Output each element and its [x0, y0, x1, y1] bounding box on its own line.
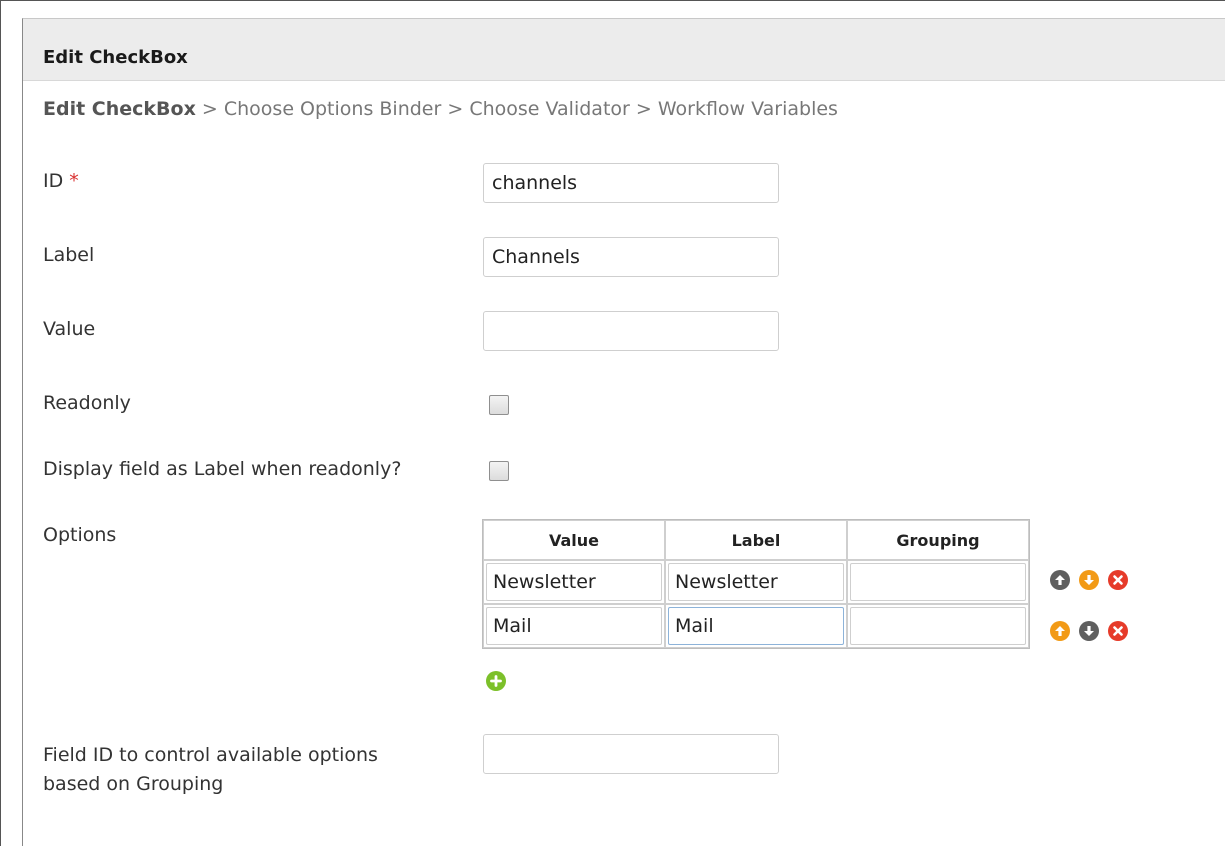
option-label-input[interactable]: Mail: [668, 607, 844, 645]
label-input-value: Channels: [492, 246, 580, 268]
field-id-control-input[interactable]: [483, 734, 779, 774]
move-down-icon[interactable]: [1079, 621, 1099, 641]
value-field-label: Value: [43, 318, 96, 340]
breadcrumb-step-options-binder[interactable]: Choose Options Binder: [224, 98, 441, 120]
breadcrumb-step-workflow-variables[interactable]: Workflow Variables: [658, 98, 838, 120]
option-value-input[interactable]: Mail: [486, 607, 662, 645]
option-grouping-input[interactable]: [850, 563, 1026, 601]
readonly-label: Readonly: [43, 392, 131, 414]
readonly-checkbox[interactable]: [489, 395, 509, 415]
id-input-value: channels: [492, 172, 578, 194]
column-header-label: Label: [665, 520, 847, 560]
breadcrumb-separator: >: [447, 98, 464, 120]
panel-frame: [22, 18, 1225, 846]
delete-row-icon[interactable]: [1108, 621, 1128, 641]
move-up-icon[interactable]: [1050, 621, 1070, 641]
move-up-icon[interactable]: [1050, 570, 1070, 590]
table-row: Mail Mail: [483, 604, 1029, 648]
breadcrumb-current: Edit CheckBox: [43, 98, 196, 120]
table-row: Newsletter Newsletter: [483, 560, 1029, 604]
row-1-actions: [1050, 570, 1128, 590]
field-id-control-label-line2: based on Grouping: [43, 773, 224, 795]
label-input[interactable]: Channels: [483, 237, 779, 277]
id-label-text: ID: [43, 170, 64, 192]
options-table: Value Label Grouping Newsletter Newslett…: [482, 519, 1030, 649]
option-grouping-input[interactable]: [850, 607, 1026, 645]
row-2-actions: [1050, 621, 1128, 641]
panel-header: Edit CheckBox: [23, 19, 1225, 81]
required-marker: *: [69, 170, 79, 192]
options-header-row: Value Label Grouping: [483, 520, 1029, 560]
breadcrumb-separator: >: [201, 98, 218, 120]
column-header-grouping: Grouping: [847, 520, 1029, 560]
move-down-icon[interactable]: [1079, 570, 1099, 590]
id-input[interactable]: channels: [483, 163, 779, 203]
display-as-label-label: Display field as Label when readonly?: [43, 458, 402, 480]
add-row-container: [486, 671, 506, 691]
add-row-icon[interactable]: [486, 671, 506, 691]
column-header-value: Value: [483, 520, 665, 560]
value-input[interactable]: [483, 311, 779, 351]
breadcrumb: Edit CheckBox > Choose Options Binder > …: [43, 98, 838, 120]
label-field-label: Label: [43, 244, 95, 266]
options-label: Options: [43, 524, 117, 546]
id-label: ID *: [43, 170, 79, 192]
panel-title: Edit CheckBox: [43, 47, 188, 68]
option-value-input[interactable]: Newsletter: [486, 563, 662, 601]
field-id-control-label: Field ID to control available options ba…: [43, 741, 378, 799]
breadcrumb-separator: >: [635, 98, 652, 120]
option-label-input[interactable]: Newsletter: [668, 563, 844, 601]
field-id-control-label-line1: Field ID to control available options: [43, 744, 378, 766]
delete-row-icon[interactable]: [1108, 570, 1128, 590]
breadcrumb-step-validator[interactable]: Choose Validator: [469, 98, 630, 120]
display-as-label-checkbox[interactable]: [489, 461, 509, 481]
